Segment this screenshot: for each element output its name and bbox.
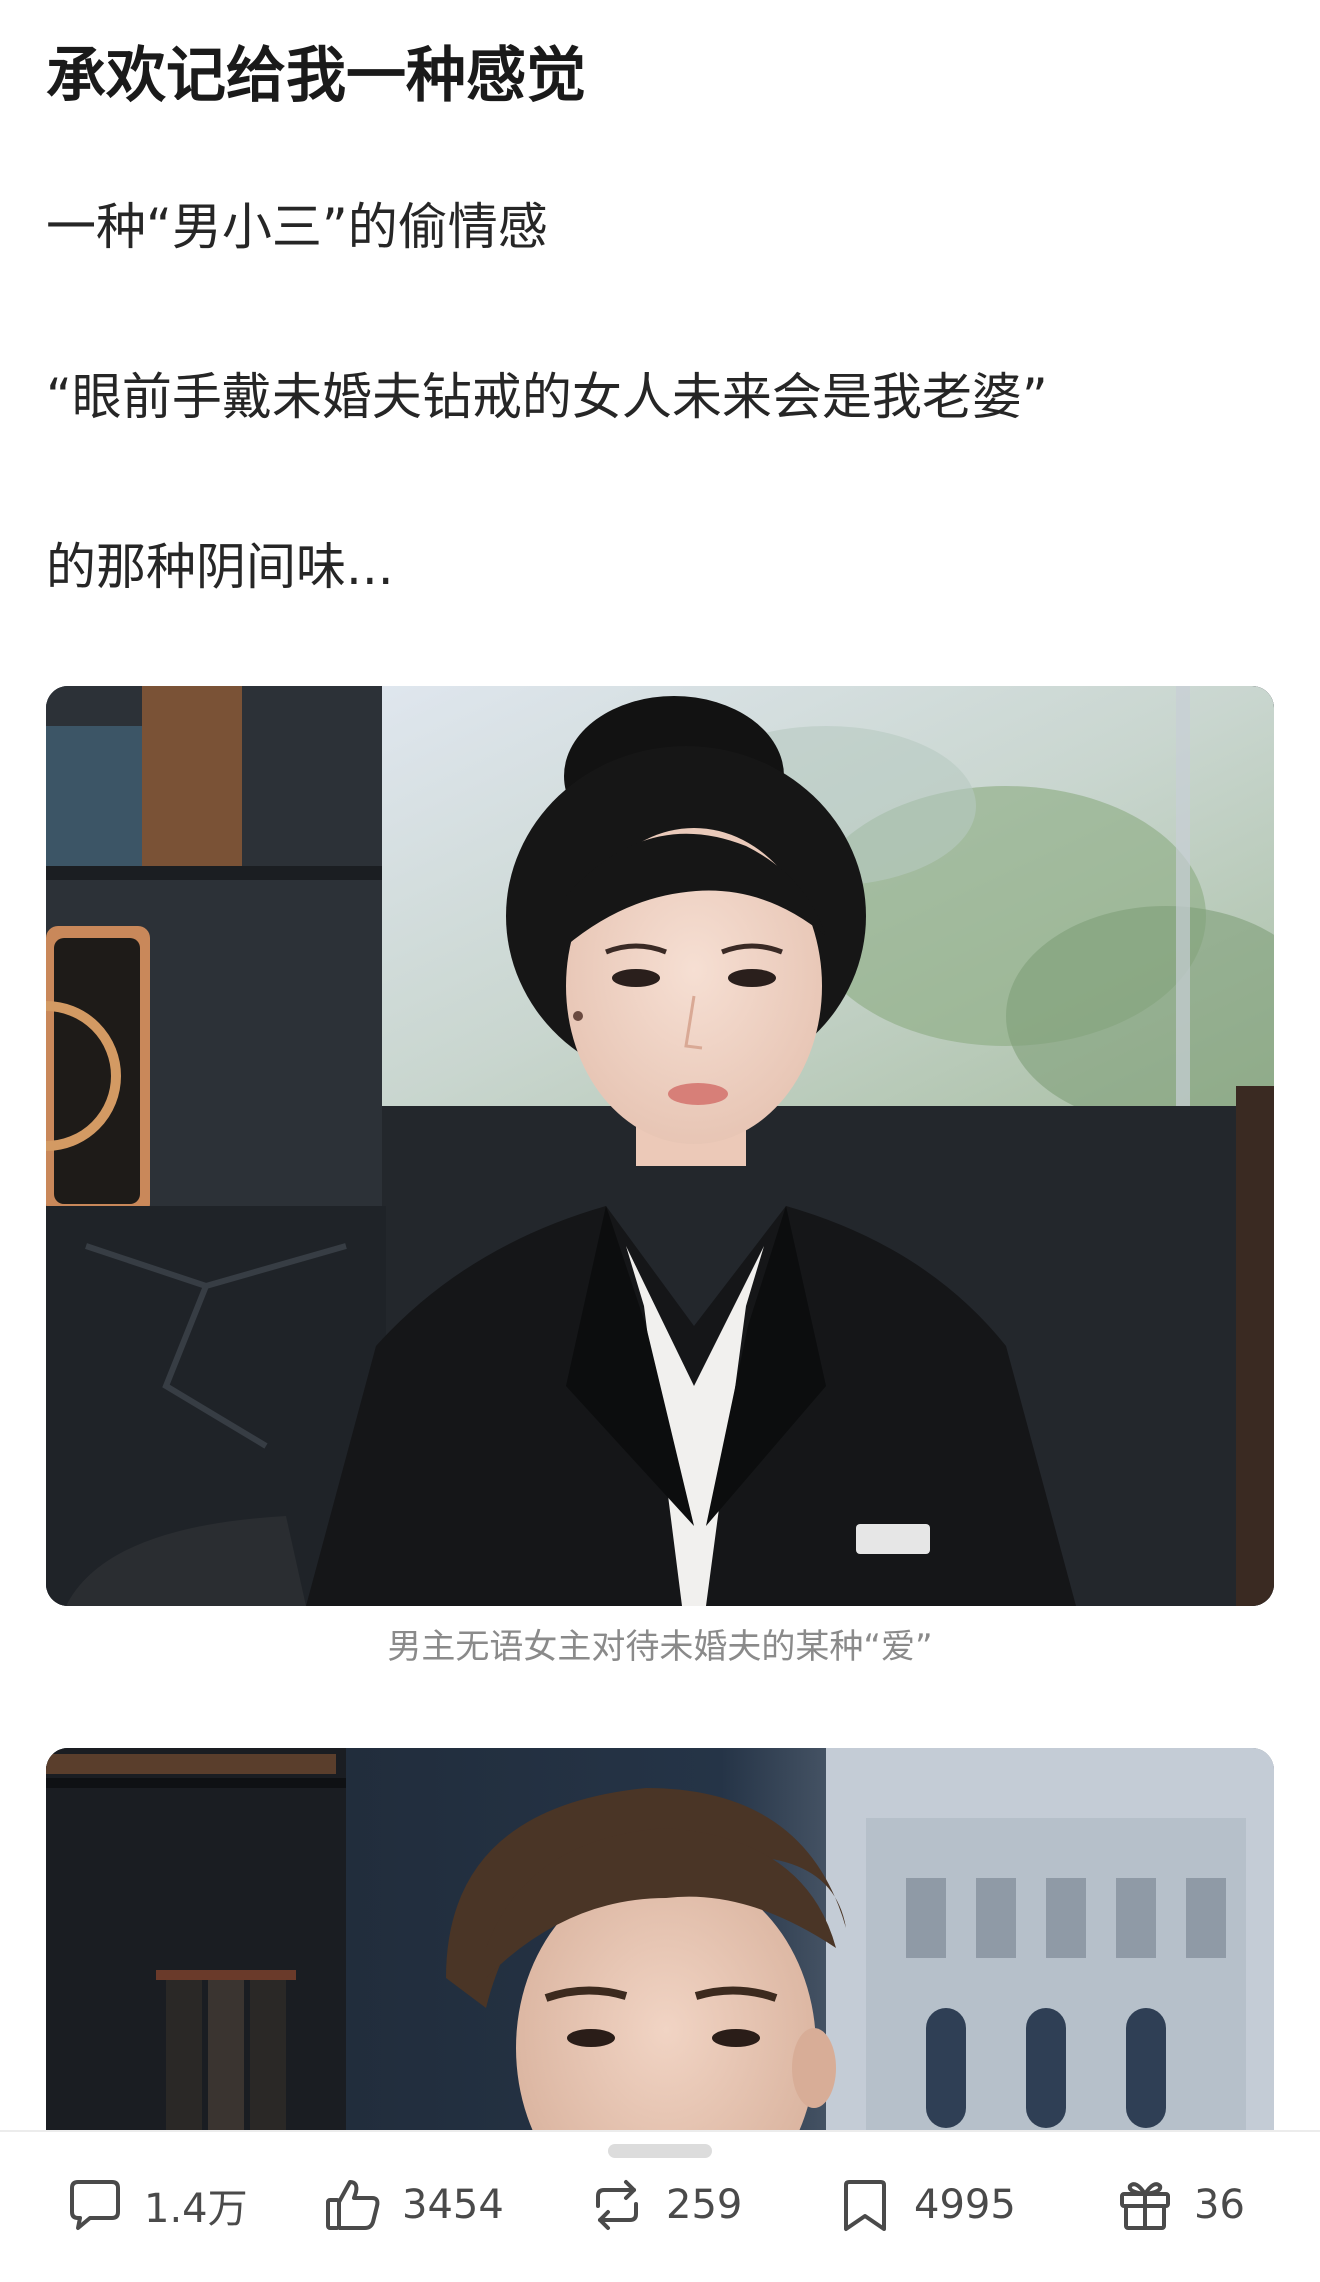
repost-icon	[586, 2174, 648, 2236]
gift-count: 36	[1194, 2182, 1245, 2228]
repost-button[interactable]: 259	[586, 2170, 742, 2240]
repost-count: 259	[666, 2182, 743, 2228]
favorite-button[interactable]: 4995	[834, 2170, 1016, 2240]
thumbs-up-icon	[322, 2174, 384, 2236]
comment-count: 1.4万	[144, 2186, 248, 2232]
like-button[interactable]: 3454	[322, 2170, 504, 2240]
article-image[interactable]	[46, 1748, 1274, 2130]
article-content: 承欢记给我一种感觉 一种“男小三”的偷情感 “眼前手戴未婚夫钻戒的女人未来会是我…	[0, 0, 1320, 2130]
image-caption: 男主无语女主对待未婚夫的某种“爱”	[387, 1627, 933, 1667]
article-image[interactable]	[46, 686, 1274, 1606]
article-paragraph: 一种“男小三”的偷情感	[46, 198, 548, 256]
article-title: 承欢记给我一种感觉	[46, 41, 586, 111]
gift-icon	[1114, 2174, 1176, 2236]
article-paragraph: 的那种阴间味...	[46, 538, 394, 596]
comment-button[interactable]: 1.4万	[64, 2170, 248, 2240]
comment-icon	[64, 2174, 126, 2236]
favorite-count: 4995	[914, 2182, 1016, 2228]
bookmark-icon	[834, 2174, 896, 2236]
gift-button[interactable]: 36	[1114, 2170, 1245, 2240]
drag-handle[interactable]	[608, 2144, 712, 2158]
like-count: 3454	[402, 2182, 504, 2228]
article-paragraph: “眼前手戴未婚夫钻戒的女人未来会是我老婆”	[46, 368, 1048, 426]
